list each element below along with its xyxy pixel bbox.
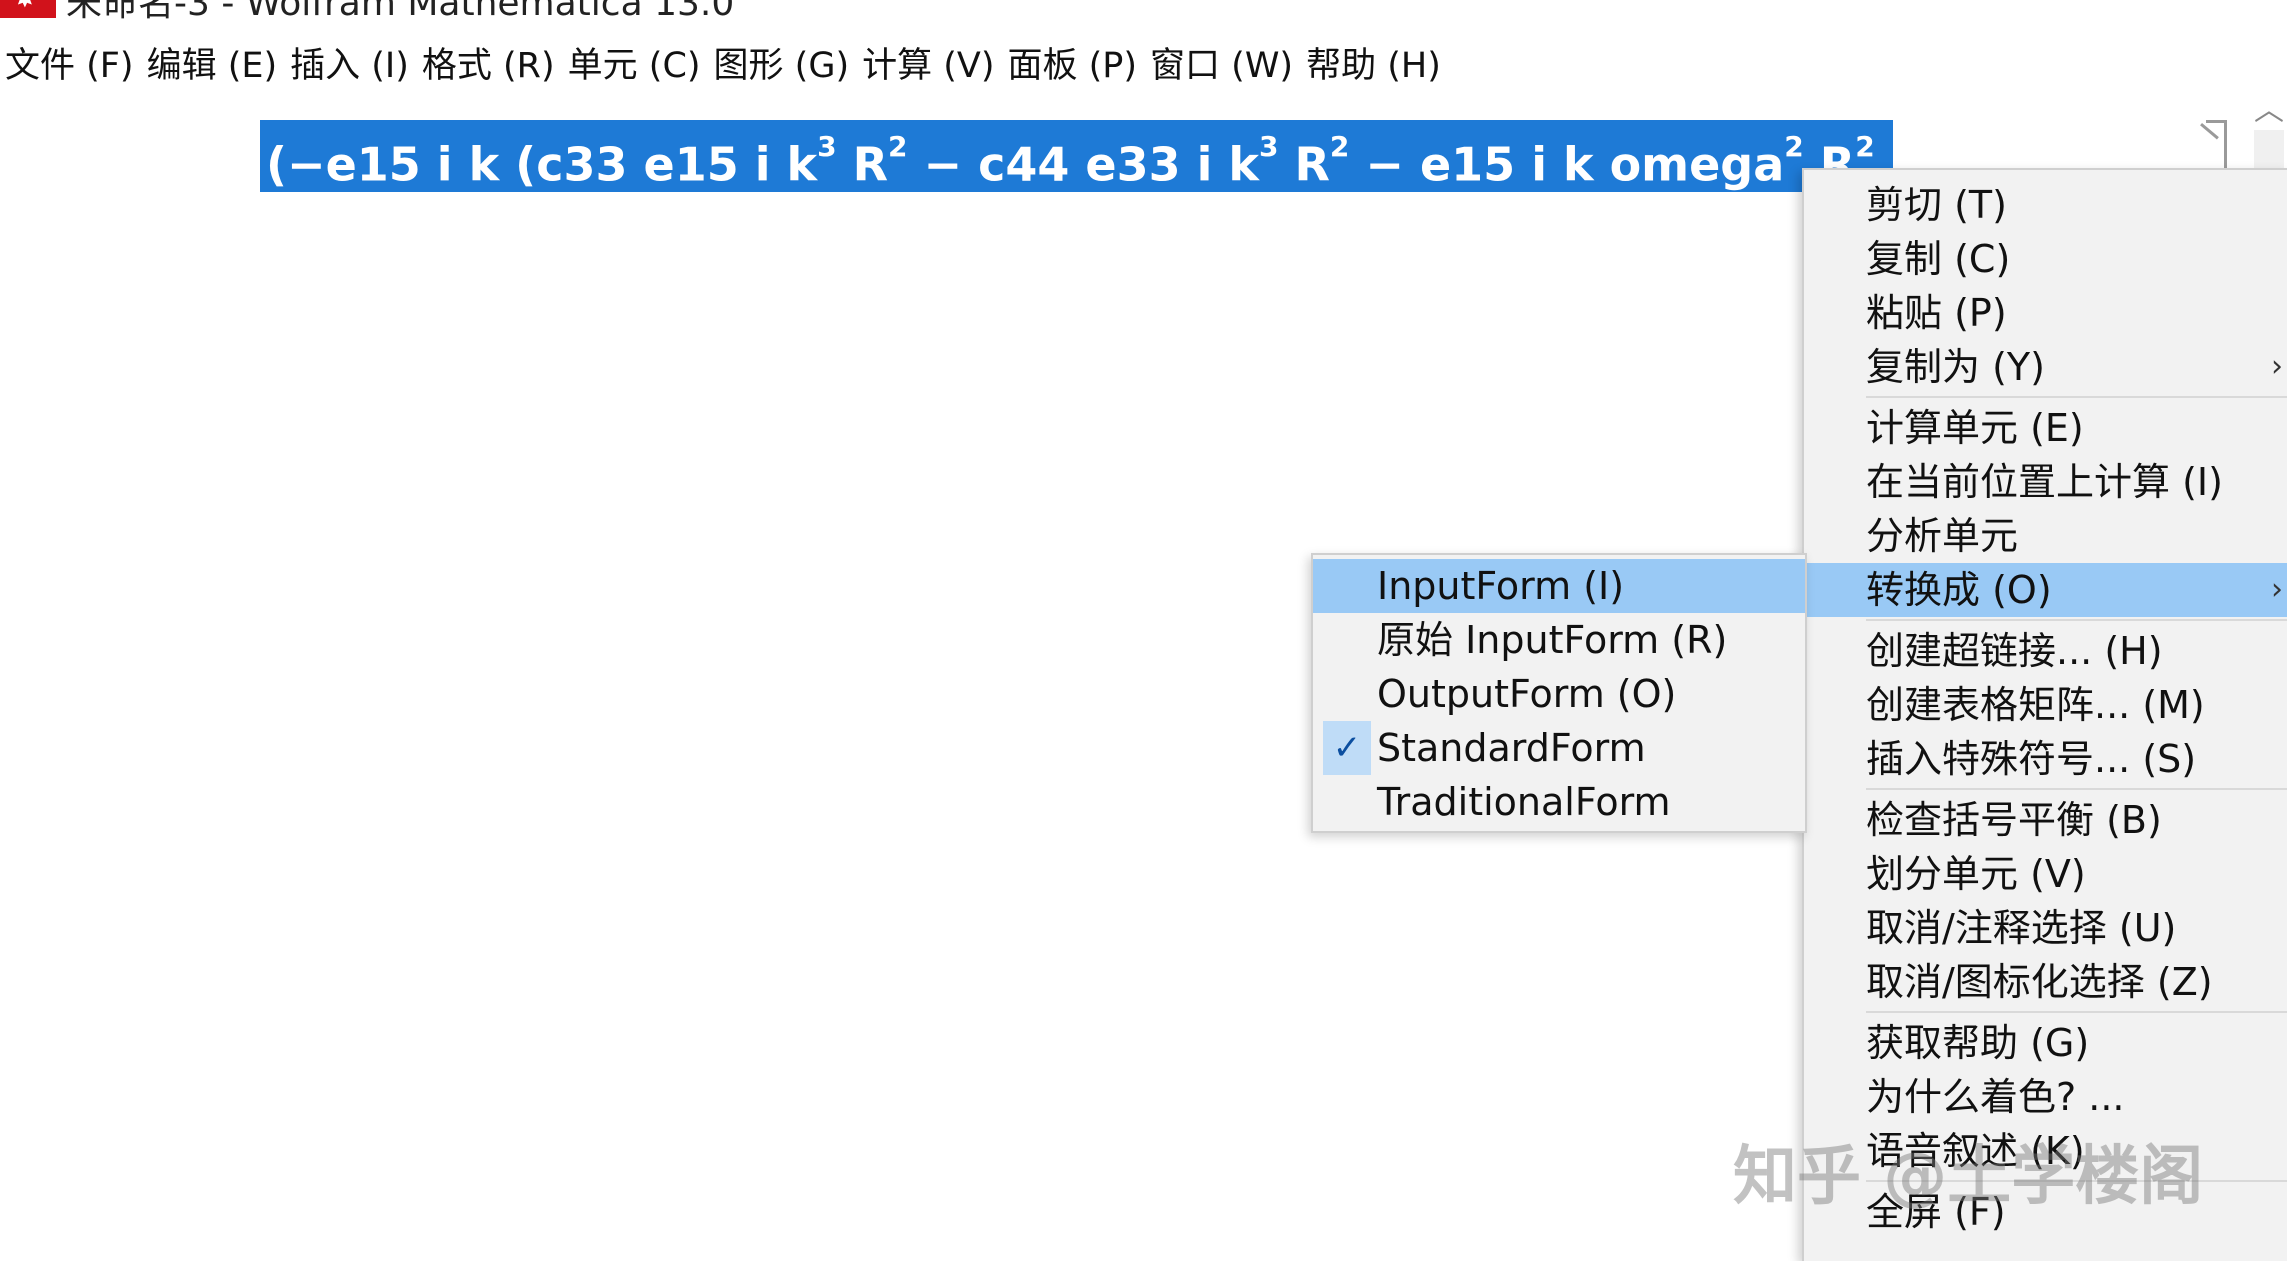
menu-item-copy-as[interactable]: 复制为 (Y) › <box>1804 340 2287 394</box>
submenu-item-traditionalform[interactable]: TraditionalForm <box>1313 775 1805 829</box>
menu-item-evaluate-in-place[interactable]: 在当前位置上计算 (I) <box>1804 455 2287 509</box>
menu-cell[interactable]: 单元 (C) <box>563 37 701 88</box>
checkmark-icon: ✓ <box>1323 721 1371 775</box>
menu-separator <box>1866 788 2287 790</box>
menu-format[interactable]: 格式 (R) <box>417 37 555 88</box>
menu-item-comment-selection[interactable]: 取消/注释选择 (U) <box>1804 901 2287 955</box>
menu-file[interactable]: 文件 (F) <box>0 37 134 88</box>
menu-item-insert-special-char[interactable]: 插入特殊符号... (S) <box>1804 732 2287 786</box>
submenu-item-outputform[interactable]: OutputForm (O) <box>1313 667 1805 721</box>
menu-palettes[interactable]: 面板 (P) <box>1003 37 1138 88</box>
chevron-right-icon: › <box>2271 572 2283 607</box>
menu-item-cut[interactable]: 剪切 (T) <box>1804 178 2287 232</box>
menu-bar: 文件 (F) 编辑 (E) 插入 (I) 格式 (R) 单元 (C) 图形 (G… <box>0 36 1449 88</box>
menu-evaluation[interactable]: 计算 (V) <box>857 37 994 88</box>
menu-graphics[interactable]: 图形 (G) <box>709 37 850 88</box>
mathematica-logo-icon <box>0 0 56 18</box>
menu-item-iconize-selection[interactable]: 取消/图标化选择 (Z) <box>1804 955 2287 1009</box>
chevron-right-icon: › <box>2271 349 2283 384</box>
menu-item-copy[interactable]: 复制 (C) <box>1804 232 2287 286</box>
menu-window[interactable]: 窗口 (W) <box>1145 37 1293 88</box>
watermark: 知乎 @土学楼阁 <box>1733 1140 2204 1214</box>
expression-text: (−e15 i k (c33 e15 i k3 R2 − c44 e33 i k… <box>266 130 1893 192</box>
submenu-item-inputform[interactable]: InputForm (I) <box>1313 559 1805 613</box>
menu-item-why-coloring[interactable]: 为什么着色? ... <box>1804 1070 2287 1124</box>
context-menu: 剪切 (T) 复制 (C) 粘贴 (P) 复制为 (Y) › 计算单元 (E) 在… <box>1802 168 2287 1261</box>
menu-item-divide-cell[interactable]: 划分单元 (V) <box>1804 847 2287 901</box>
menu-item-check-balance[interactable]: 检查括号平衡 (B) <box>1804 793 2287 847</box>
selected-expression[interactable]: (−e15 i k (c33 e15 i k3 R2 − c44 e33 i k… <box>260 120 1893 192</box>
menu-item-create-table[interactable]: 创建表格矩阵... (M) <box>1804 678 2287 732</box>
submenu-item-raw-inputform[interactable]: 原始 InputForm (R) <box>1313 613 1805 667</box>
menu-separator <box>1866 1011 2287 1013</box>
menu-item-get-help[interactable]: 获取帮助 (G) <box>1804 1016 2287 1070</box>
menu-item-create-hyperlink[interactable]: 创建超链接... (H) <box>1804 624 2287 678</box>
scroll-up-icon[interactable]: ︿ <box>2254 96 2284 126</box>
menu-item-analyze-cell[interactable]: 分析单元 <box>1804 509 2287 563</box>
submenu-item-standardform[interactable]: ✓ StandardForm <box>1313 721 1805 775</box>
window-title: 未命名-3 - Wolfram Mathematica 13.0 <box>66 0 734 20</box>
menu-insert[interactable]: 插入 (I) <box>285 37 409 88</box>
menu-separator <box>1866 396 2287 398</box>
menu-item-paste[interactable]: 粘贴 (P) <box>1804 286 2287 340</box>
menu-separator <box>1866 619 2287 621</box>
menu-item-evaluate-cell[interactable]: 计算单元 (E) <box>1804 401 2287 455</box>
cell-bracket[interactable] <box>2206 120 2227 175</box>
title-bar: 未命名-3 - Wolfram Mathematica 13.0 <box>0 0 2287 20</box>
convert-to-submenu: InputForm (I) 原始 InputForm (R) OutputFor… <box>1311 553 1807 833</box>
menu-help[interactable]: 帮助 (H) <box>1301 37 1441 88</box>
menu-item-convert-to[interactable]: 转换成 (O) › <box>1804 563 2287 617</box>
menu-edit[interactable]: 编辑 (E) <box>142 37 278 88</box>
